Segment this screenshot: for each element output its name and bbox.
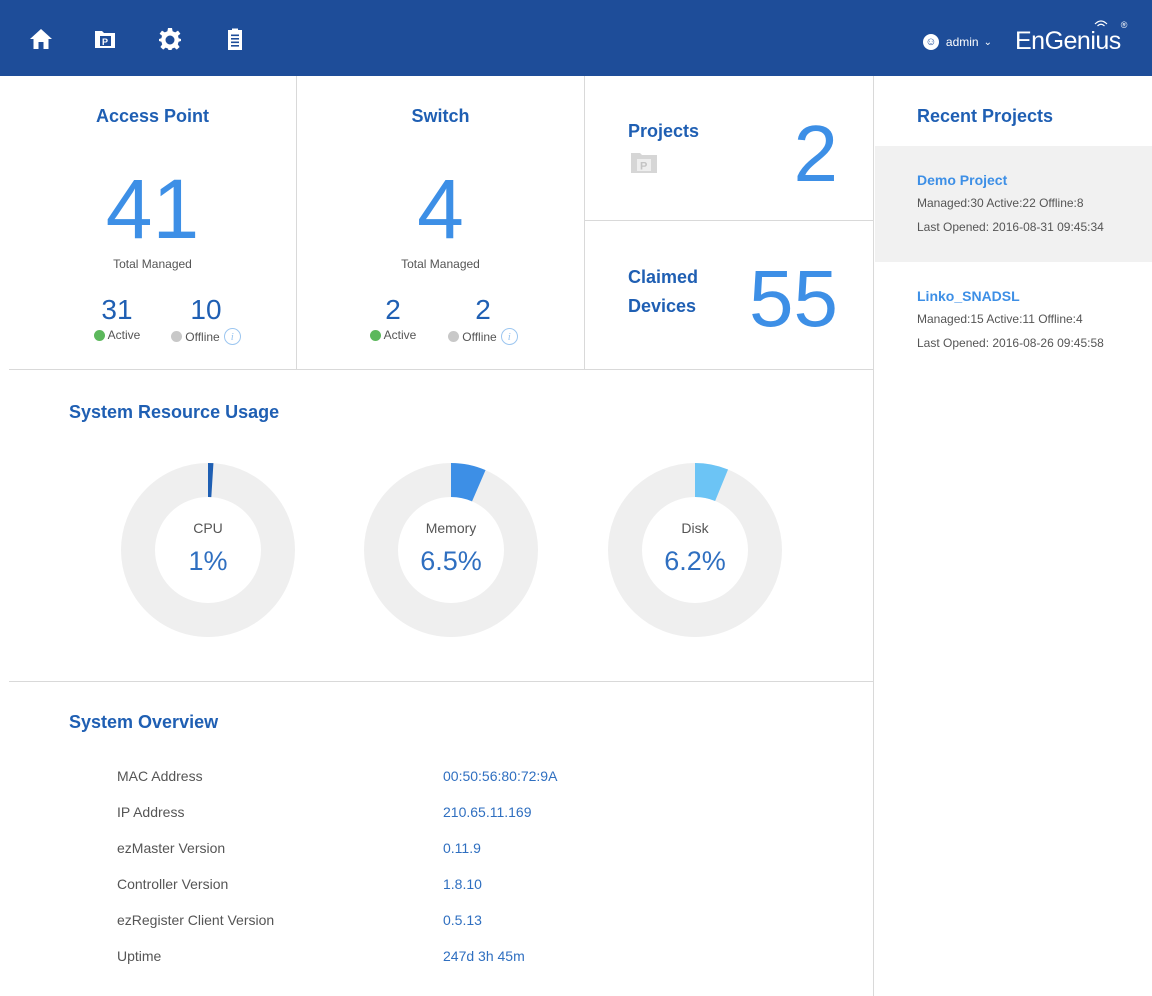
switch-offline-count: 2 bbox=[475, 294, 491, 325]
recent-project-item[interactable]: Linko_SNADSL Managed:15 Active:11 Offlin… bbox=[875, 262, 1152, 378]
access-point-total-label: Total Managed bbox=[113, 257, 192, 271]
gauge-value: 6.2% bbox=[664, 546, 726, 576]
gauge-cpu: CPU 1% bbox=[120, 462, 296, 638]
projects-card[interactable]: Projects P 2 bbox=[585, 76, 874, 221]
overview-key: Uptime bbox=[117, 948, 162, 964]
gauge-label: CPU bbox=[193, 520, 223, 536]
project-stats: Managed:30 Active:22 Offline:8 bbox=[917, 196, 1084, 210]
section-divider bbox=[9, 681, 874, 682]
active-dot-icon bbox=[369, 329, 381, 341]
gauge-value: 6.5% bbox=[420, 546, 482, 576]
gauge-label: Memory bbox=[425, 520, 477, 536]
switch-active-label: Active bbox=[383, 328, 417, 342]
wifi-icon bbox=[1094, 20, 1108, 27]
projects-count: 2 bbox=[793, 109, 839, 198]
access-point-active-label: Active bbox=[107, 328, 141, 342]
clipboard-icon[interactable] bbox=[222, 26, 248, 52]
active-dot-icon bbox=[93, 329, 105, 341]
switch-card[interactable]: Switch 4 Total Managed 2 Active 2 Offlin… bbox=[297, 76, 585, 370]
folder-icon: P bbox=[631, 153, 657, 173]
switch-active: 2 Active bbox=[343, 294, 443, 342]
access-point-offline-count: 10 bbox=[190, 294, 222, 325]
project-stats: Managed:15 Active:11 Offline:4 bbox=[917, 312, 1083, 326]
project-last-opened: Last Opened: 2016-08-26 09:45:58 bbox=[917, 336, 1104, 350]
info-icon[interactable]: i bbox=[500, 328, 518, 345]
projects-label: Projects bbox=[628, 121, 700, 141]
access-point-offline: 10 Offline i bbox=[156, 294, 256, 345]
gauge-label: Disk bbox=[681, 520, 709, 536]
svg-text:P: P bbox=[102, 37, 108, 47]
settings-icon[interactable] bbox=[157, 26, 183, 52]
brand-logo: EnGenius® bbox=[1015, 20, 1127, 56]
offline-dot-icon bbox=[171, 331, 183, 342]
access-point-total: 41 bbox=[105, 162, 200, 256]
overview-value: 1.8.10 bbox=[443, 876, 482, 892]
claimed-devices-card[interactable]: Claimed Devices 55 bbox=[585, 221, 874, 370]
claimed-label-2: Devices bbox=[628, 296, 697, 316]
gauge-value: 1% bbox=[188, 546, 228, 576]
access-point-active-count: 31 bbox=[101, 294, 133, 325]
access-point-active: 31 Active bbox=[67, 294, 167, 342]
dashboard-main: Access Point 41 Total Managed 31 Active … bbox=[0, 76, 874, 996]
registered-mark: ® bbox=[1120, 19, 1128, 30]
overview-key: MAC Address bbox=[117, 768, 203, 784]
switch-offline-label: Offline bbox=[462, 329, 497, 344]
recent-project-item[interactable]: Demo Project Managed:30 Active:22 Offlin… bbox=[875, 146, 1152, 262]
project-name: Demo Project bbox=[917, 172, 1008, 188]
offline-dot-icon bbox=[448, 331, 460, 342]
overview-key: Controller Version bbox=[117, 876, 229, 892]
chevron-down-icon: ⌄ bbox=[983, 36, 992, 48]
brand-name: EnGenius bbox=[1015, 27, 1121, 55]
claimed-label-1: Claimed bbox=[628, 267, 699, 287]
resource-usage-title: System Resource Usage bbox=[69, 402, 280, 422]
user-menu[interactable]: ☺ admin ⌄ bbox=[922, 34, 992, 50]
overview-key: IP Address bbox=[117, 804, 185, 820]
access-point-card[interactable]: Access Point 41 Total Managed 31 Active … bbox=[9, 76, 297, 370]
switch-total-label: Total Managed bbox=[401, 257, 480, 271]
user-icon: ☺ bbox=[922, 34, 939, 50]
top-bar: P ☺ admin ⌄ EnGenius® bbox=[0, 0, 1152, 76]
overview-value: 0.11.9 bbox=[443, 840, 481, 856]
overview-key: ezRegister Client Version bbox=[117, 912, 275, 928]
overview-key: ezMaster Version bbox=[117, 840, 226, 856]
overview-value: 0.5.13 bbox=[443, 912, 482, 928]
gauge-memory: Memory 6.5% bbox=[363, 462, 539, 638]
switch-offline: 2 Offline i bbox=[433, 294, 533, 345]
gauge-disk: Disk 6.2% bbox=[607, 462, 783, 638]
access-point-title: Access Point bbox=[95, 106, 210, 126]
svg-text:P: P bbox=[640, 161, 647, 173]
user-name: admin bbox=[945, 35, 979, 49]
overview-value: 247d 3h 45m bbox=[443, 948, 525, 964]
system-overview-title: System Overview bbox=[69, 712, 219, 732]
home-icon[interactable] bbox=[28, 26, 54, 52]
info-icon[interactable]: i bbox=[223, 328, 241, 345]
recent-projects-title: Recent Projects bbox=[917, 106, 1054, 126]
project-name: Linko_SNADSL bbox=[917, 288, 1020, 304]
overview-value: 210.65.11.169 bbox=[443, 804, 532, 820]
project-icon[interactable]: P bbox=[92, 26, 118, 52]
switch-active-count: 2 bbox=[385, 294, 401, 325]
claimed-devices-count: 55 bbox=[749, 254, 838, 343]
switch-total: 4 bbox=[417, 162, 464, 256]
recent-projects-panel: Recent Projects Demo Project Managed:30 … bbox=[875, 76, 1152, 996]
switch-title: Switch bbox=[411, 106, 470, 126]
overview-value: 00:50:56:80:72:9A bbox=[443, 768, 558, 784]
access-point-offline-label: Offline bbox=[185, 329, 220, 344]
project-last-opened: Last Opened: 2016-08-31 09:45:34 bbox=[917, 220, 1104, 234]
